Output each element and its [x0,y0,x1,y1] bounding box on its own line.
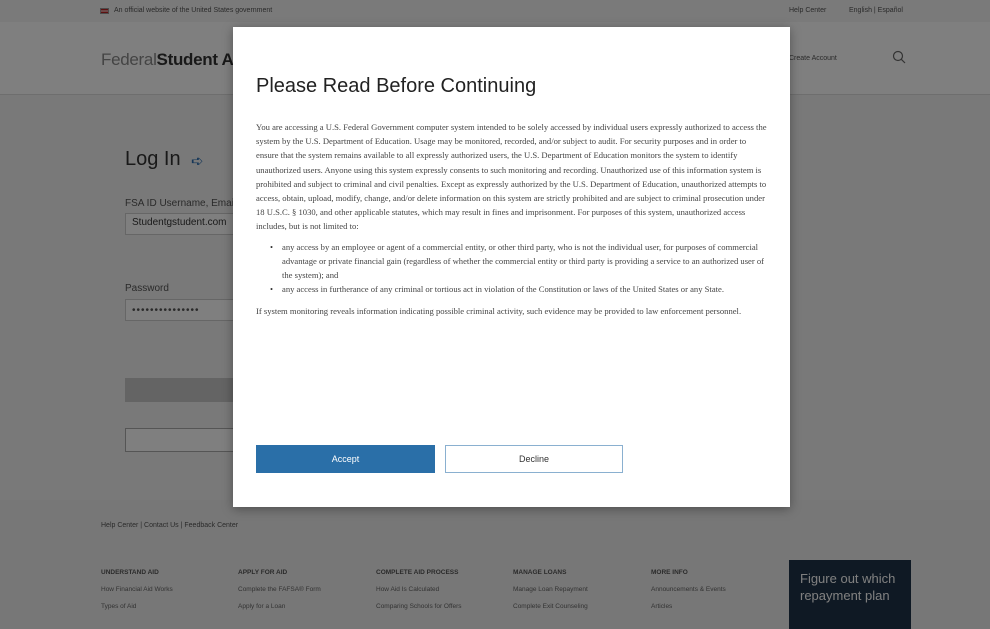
modal-closing-text: If system monitoring reveals information… [256,306,742,317]
decline-button[interactable]: Decline [445,445,623,473]
bullet-text: any access in furtherance of any crimina… [282,284,724,295]
list-item: • any access by an employee or agent of a… [256,240,768,283]
modal-paragraph: You are accessing a U.S. Federal Governm… [256,122,767,232]
bullet-text: any access by an employee or agent of a … [282,241,765,281]
modal-bullet-list: • any access by an employee or agent of a… [256,240,768,297]
warning-modal: Please Read Before Continuing You are ac… [233,27,790,507]
list-item: • any access in furtherance of any crimin… [256,282,768,296]
modal-body: You are accessing a U.S. Federal Governm… [256,120,768,319]
bullet-icon: • [270,284,274,295]
accept-button[interactable]: Accept [256,445,435,473]
modal-title: Please Read Before Continuing [256,75,537,97]
bullet-icon: • [270,241,274,252]
